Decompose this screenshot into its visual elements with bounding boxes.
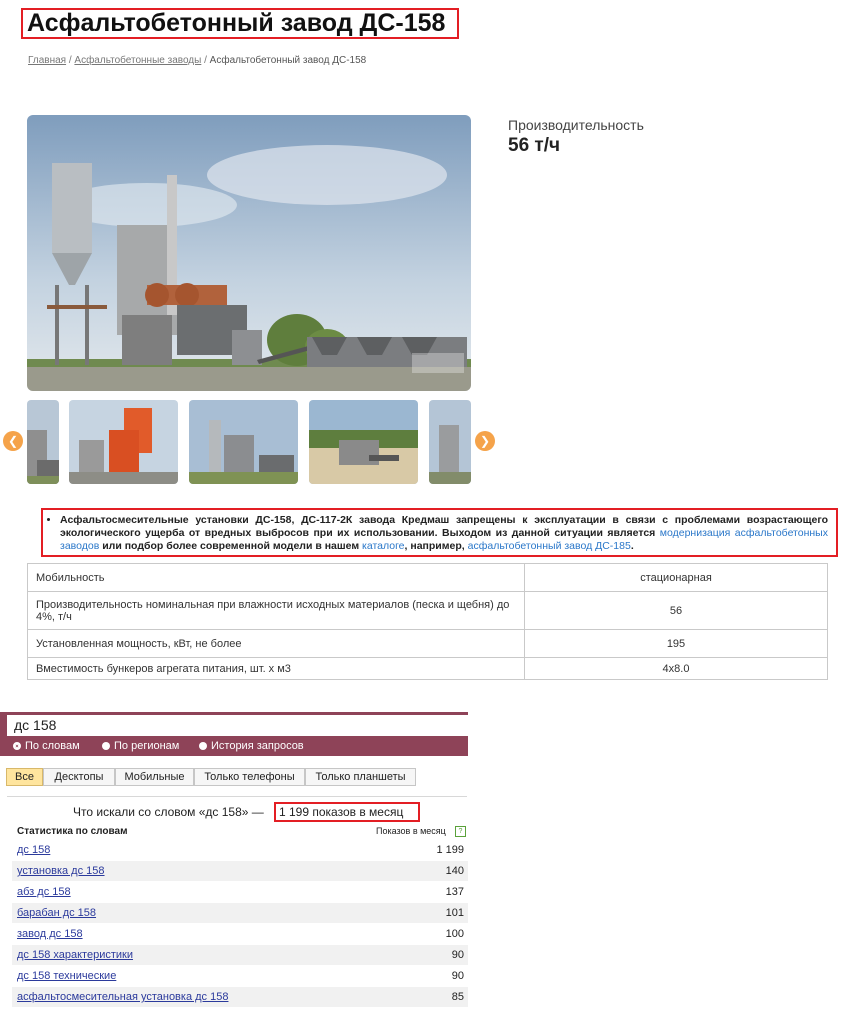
spec-row: Установленная мощность, кВт, не более 19… (27, 629, 828, 658)
breadcrumb: Главная / Асфальтобетонные заводы / Асфа… (28, 55, 366, 66)
chevron-right-icon: ❯ (479, 434, 491, 448)
impressions-count: 101 (445, 907, 464, 919)
column-header-phrases: Статистика по словам (17, 826, 128, 837)
spec-value: 56 (524, 591, 828, 630)
table-row: установка дс 158 140 (12, 861, 468, 881)
table-row: дс 158 1 199 (12, 840, 468, 860)
impressions-count: 90 (451, 970, 464, 982)
breadcrumb-separator: / (68, 55, 72, 66)
radio-selected-icon (13, 742, 21, 750)
gallery-thumbnail[interactable] (27, 400, 59, 484)
table-row: дс 158 технические 90 (12, 966, 468, 986)
table-row: дс 158 характеристики 90 (12, 945, 468, 965)
impressions-count: 140 (445, 865, 464, 877)
table-row: асфальтосмесительная установка дс 158 85 (12, 987, 468, 1007)
gallery-thumbnail[interactable] (69, 400, 178, 484)
catalog-link[interactable]: каталоге (362, 540, 405, 552)
main-product-photo[interactable] (27, 115, 471, 391)
notice-text: Асфальтосмесительные установки ДС-158, Д… (48, 514, 828, 553)
breadcrumb-separator: / (204, 55, 207, 66)
radio-icon (199, 742, 207, 750)
spec-value: стационарная (524, 563, 828, 592)
summary-prefix: Что искали со словом «дс 158» — (73, 805, 264, 819)
tab-tablets-only[interactable]: Только планшеты (305, 768, 416, 786)
tab-phones-only[interactable]: Только телефоны (194, 768, 305, 786)
crop-divider (0, 680, 855, 700)
page-title: Асфальтобетонный завод ДС-158 (27, 9, 446, 37)
gallery-thumbnail[interactable] (429, 400, 471, 484)
breadcrumb-current: Асфальтобетонный завод ДС-158 (209, 55, 367, 66)
phrase-link[interactable]: установка дс 158 (17, 865, 105, 877)
notice-part: , например, (404, 540, 468, 552)
radio-icon (102, 742, 110, 750)
impressions-count: 137 (445, 886, 464, 898)
spec-name: Производительность номинальная при влажн… (27, 591, 525, 630)
spec-value: 195 (524, 629, 828, 658)
radio-by-words[interactable]: По словам (13, 740, 80, 752)
chevron-left-icon: ❮ (7, 434, 19, 448)
productivity-value: 56 т/ч (508, 135, 561, 156)
radio-query-history[interactable]: История запросов (199, 740, 304, 752)
breadcrumb-category-link[interactable]: Асфальтобетонные заводы (74, 55, 201, 66)
phrase-link[interactable]: асфальтосмесительная установка дс 158 (17, 991, 228, 1003)
spec-name: Вместимость бункеров агрегата питания, ш… (27, 657, 525, 680)
productivity-label: Производительность (508, 117, 644, 133)
gallery-prev-arrow[interactable]: ❮ (3, 431, 23, 451)
table-row: абз дс 158 137 (12, 882, 468, 902)
phrase-link[interactable]: завод дс 158 (17, 928, 83, 940)
ds185-link[interactable]: асфальтобетонный завод ДС-185 (468, 540, 631, 552)
specs-table: Мобильность стационарная Производительно… (27, 563, 828, 680)
table-row: барабан дс 158 101 (12, 903, 468, 923)
table-row: завод дс 158 100 (12, 924, 468, 944)
wordstat-query-text: дс 158 (14, 717, 57, 733)
phrase-link[interactable]: барабан дс 158 (17, 907, 96, 919)
phrase-link[interactable]: дс 158 (17, 844, 50, 856)
notice-part: или подбор более современной модели в на… (99, 540, 363, 552)
wordstat-search-input[interactable] (7, 715, 468, 736)
impressions-count: 90 (451, 949, 464, 961)
phrase-link[interactable]: дс 158 технические (17, 970, 116, 982)
gallery-thumbnail[interactable] (309, 400, 418, 484)
summary-count: 1 199 показов в месяц (279, 805, 404, 819)
spec-row: Вместимость бункеров агрегата питания, ш… (27, 657, 828, 680)
gallery-next-arrow[interactable]: ❯ (475, 431, 495, 451)
breadcrumb-home-link[interactable]: Главная (28, 55, 66, 66)
spec-value: 4х8.0 (524, 657, 828, 680)
impressions-count: 85 (451, 991, 464, 1003)
spec-name: Мобильность (27, 563, 525, 592)
radio-label: По словам (25, 740, 80, 752)
radio-label: По регионам (114, 740, 180, 752)
tab-mobile[interactable]: Мобильные (115, 768, 194, 786)
radio-by-regions[interactable]: По регионам (102, 740, 179, 752)
spec-row: Мобильность стационарная (27, 563, 828, 592)
notice-part: . (630, 540, 634, 552)
radio-label: История запросов (211, 740, 304, 752)
tab-desktops[interactable]: Десктопы (43, 768, 115, 786)
column-header-impressions: Показов в месяц (376, 826, 446, 836)
spec-name: Установленная мощность, кВт, не более (27, 629, 525, 658)
tab-all[interactable]: Все (6, 768, 43, 786)
phrase-link[interactable]: дс 158 характеристики (17, 949, 133, 961)
gallery-thumbnail[interactable] (189, 400, 298, 484)
impressions-count: 1 199 (436, 844, 464, 856)
spec-row: Производительность номинальная при влажн… (27, 591, 828, 630)
impressions-count: 100 (445, 928, 464, 940)
notice-item: Асфальтосмесительные установки ДС-158, Д… (60, 514, 828, 553)
help-icon[interactable]: ? (455, 826, 466, 837)
phrase-link[interactable]: абз дс 158 (17, 886, 71, 898)
